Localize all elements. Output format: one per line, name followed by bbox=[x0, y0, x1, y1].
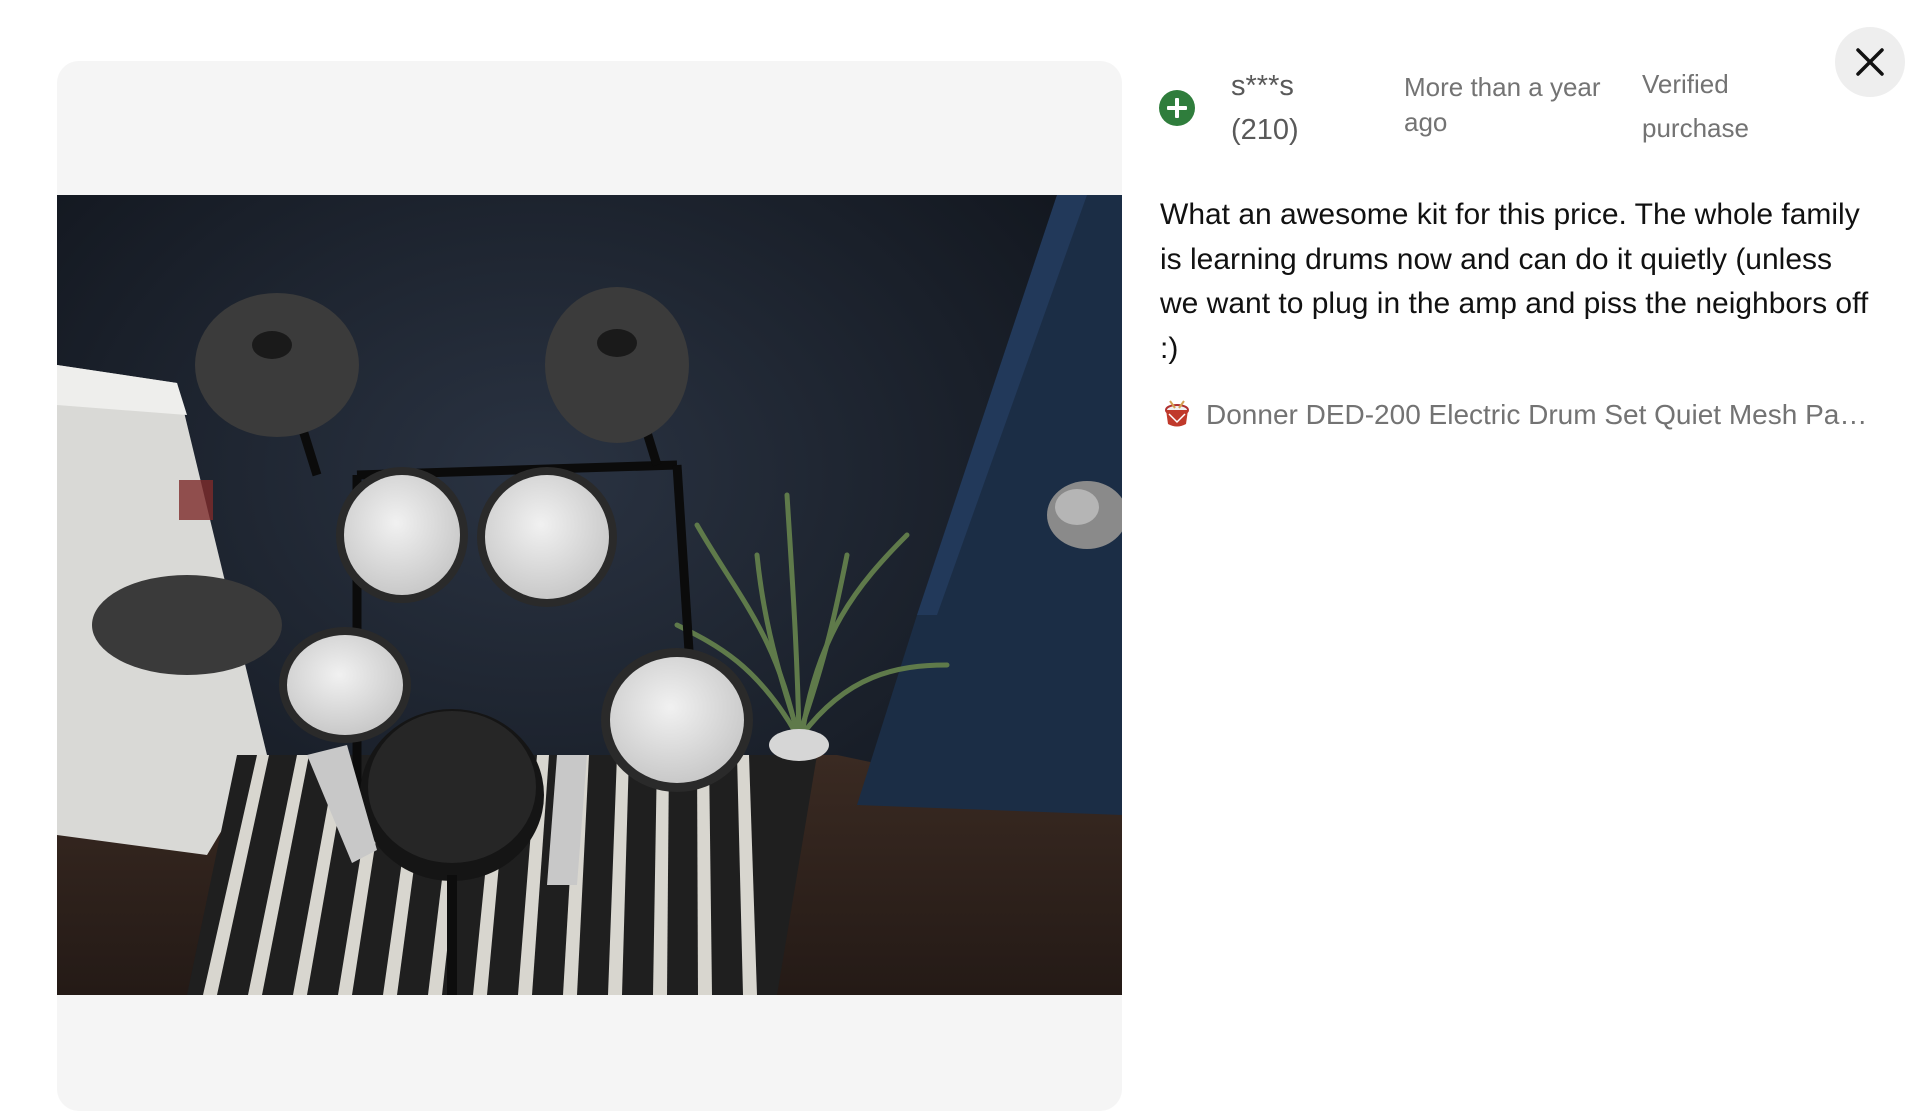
verified-purchase-badge: Verified purchase bbox=[1642, 69, 1749, 143]
reviewer-name: s***s bbox=[1231, 70, 1294, 102]
drum-icon bbox=[1160, 398, 1194, 432]
close-icon bbox=[1856, 48, 1884, 76]
close-button[interactable] bbox=[1835, 27, 1905, 97]
product-name: Donner DED-200 Electric Drum Set Quiet M… bbox=[1206, 399, 1880, 430]
review-photo[interactable] bbox=[57, 195, 1122, 995]
review-text: What an awesome kit for this price. The … bbox=[1160, 198, 1869, 365]
plus-circle-icon bbox=[1159, 90, 1195, 126]
product-link[interactable]: Donner DED-200 Electric Drum Set Quiet M… bbox=[1160, 395, 1880, 435]
media-panel bbox=[57, 61, 1122, 1111]
review-date: More than a year ago bbox=[1404, 72, 1601, 137]
reviewer-info: s***s (210) bbox=[1231, 64, 1361, 152]
reviewer-review-count: (210) bbox=[1231, 114, 1299, 146]
review-modal: s***s (210) More than a year ago Verifie… bbox=[0, 0, 1917, 1111]
